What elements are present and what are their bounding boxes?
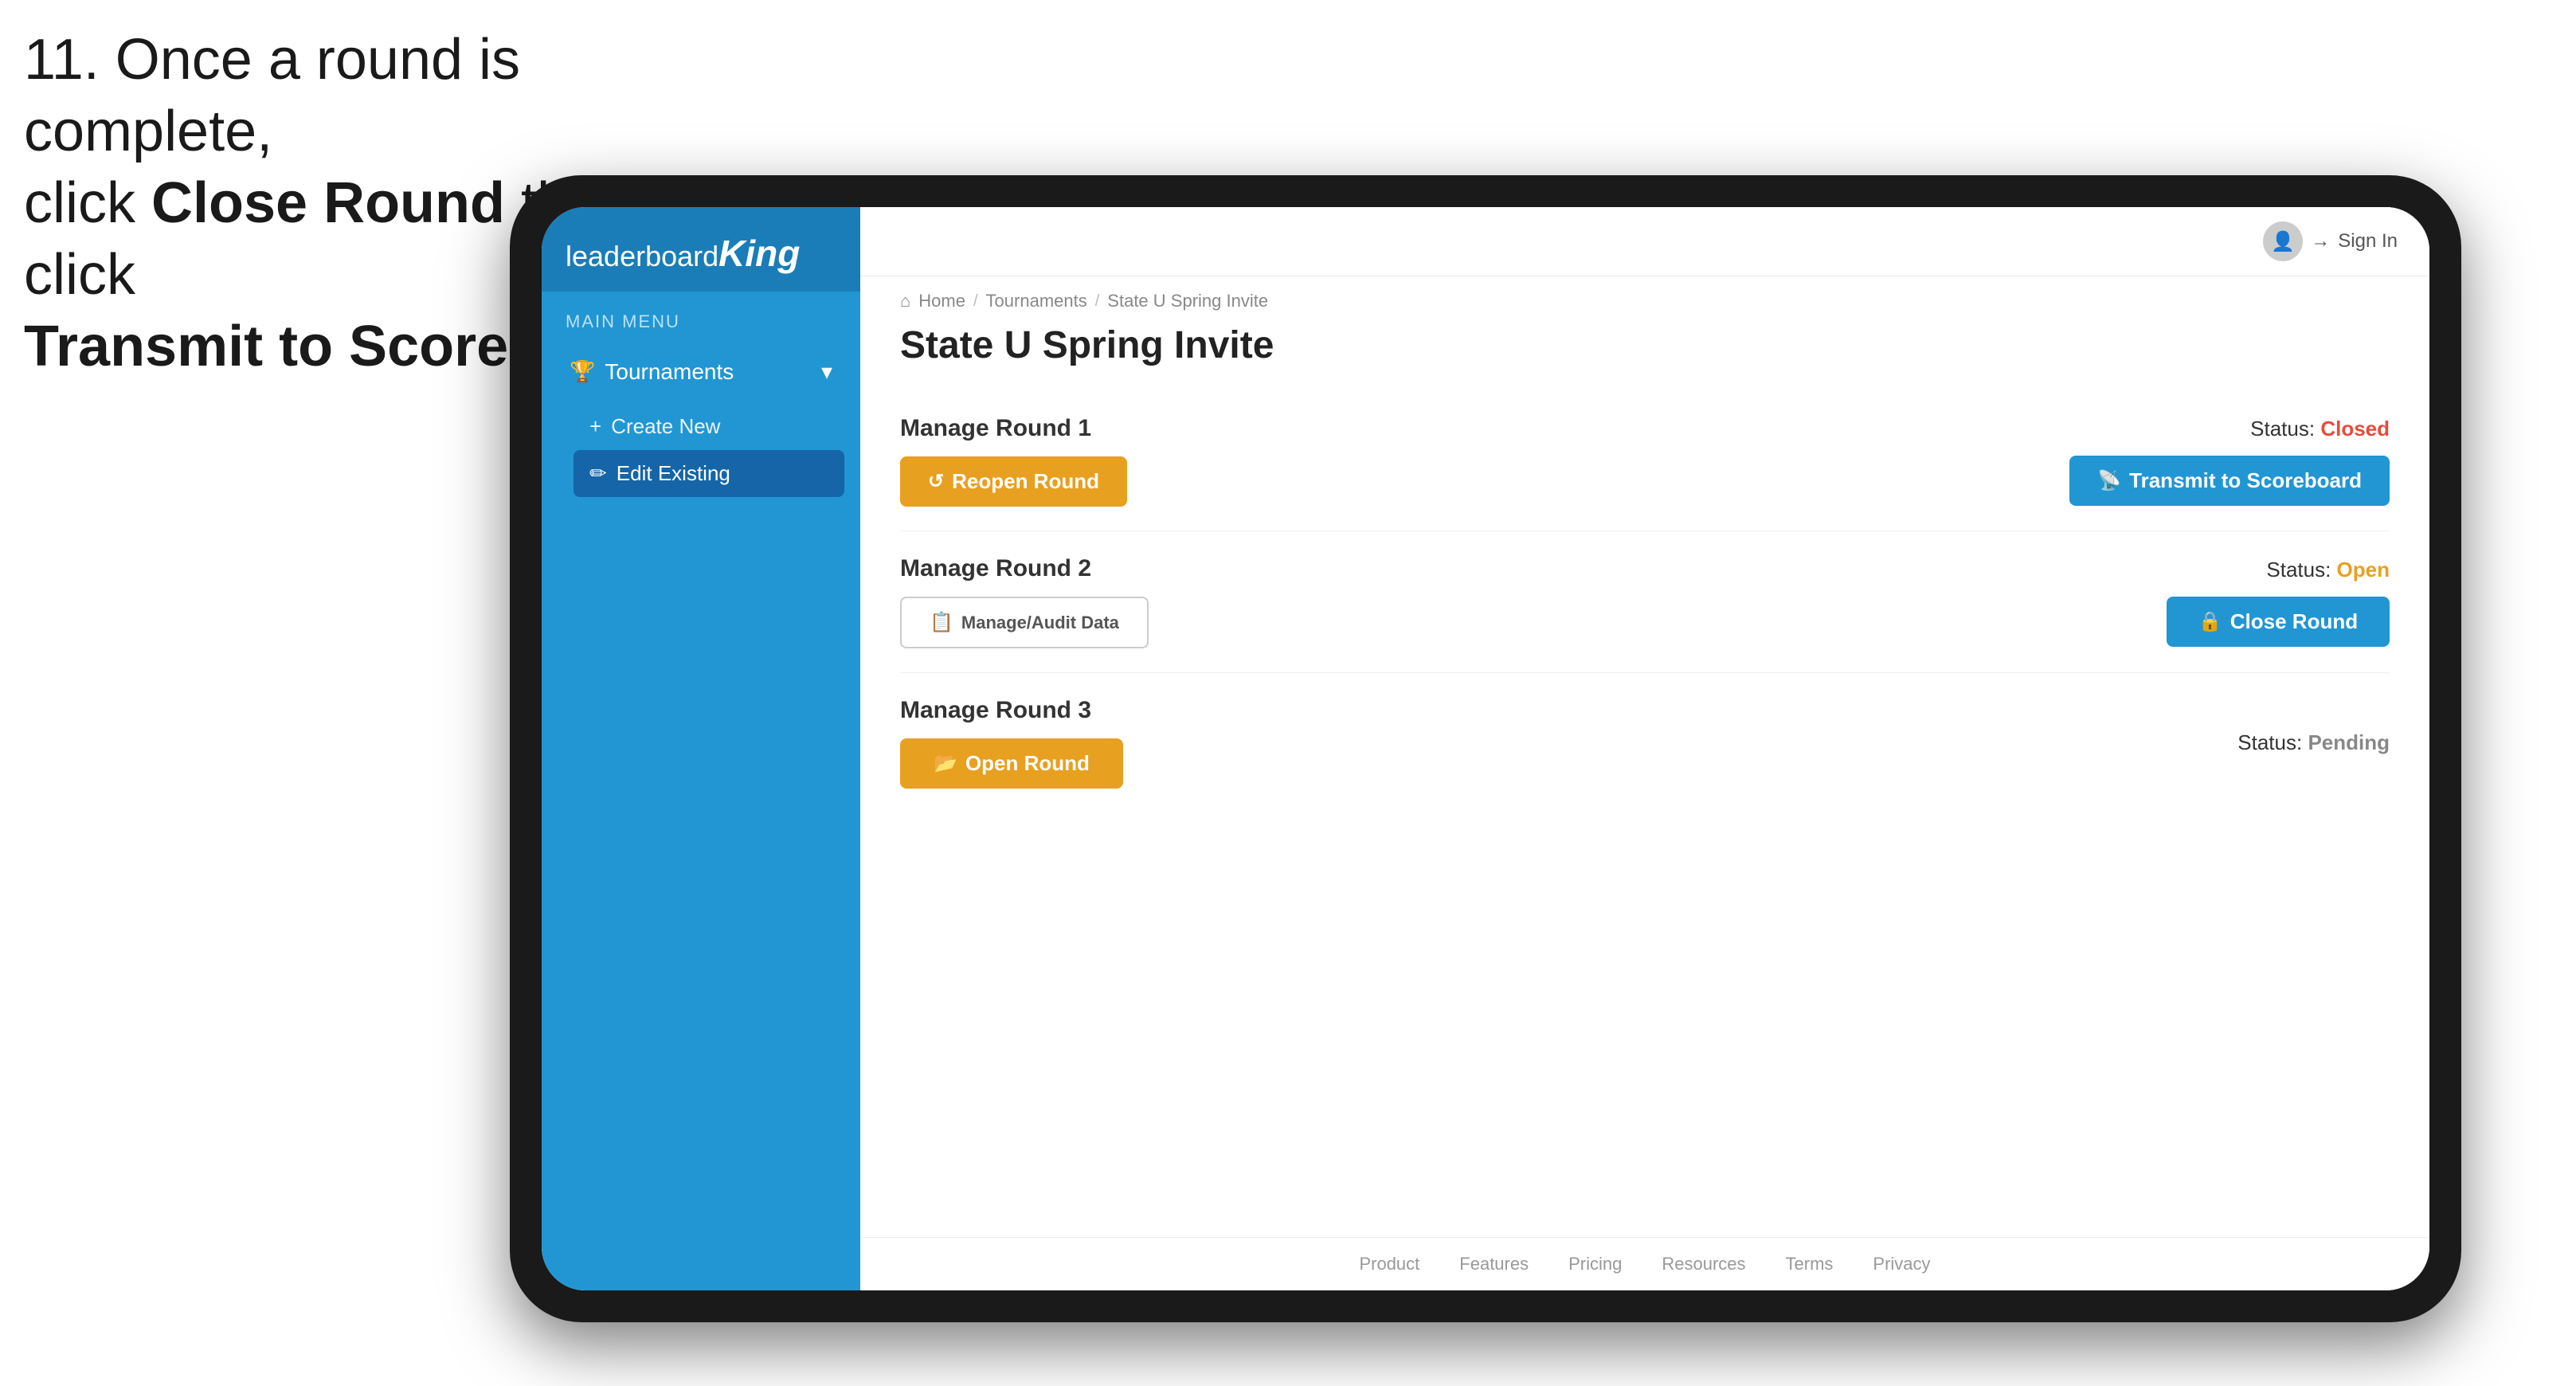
breadcrumb-sep-2: /	[1095, 292, 1100, 311]
round-1-status-value: Closed	[2320, 417, 2390, 440]
audit-icon: 📋	[930, 611, 953, 634]
trophy-icon: 🏆	[570, 359, 595, 384]
reopen-round-label: Reopen Round	[952, 469, 1099, 494]
breadcrumb-sep-1: /	[973, 292, 978, 311]
close-round-button[interactable]: 🔒 Close Round	[2167, 597, 2390, 647]
round-3-row: Manage Round 3 📂 Open Round Status: Pend…	[900, 673, 2390, 812]
sidebar-tournaments-label: Tournaments	[605, 359, 734, 385]
sidebar-item-tournaments[interactable]: 🏆 Tournaments ▾	[558, 344, 844, 399]
plus-icon: +	[589, 414, 601, 439]
create-new-label: Create New	[611, 414, 720, 439]
rounds-content: Manage Round 1 ↺ Reopen Round Status: Cl…	[860, 391, 2429, 1237]
footer-terms[interactable]: Terms	[1786, 1254, 1834, 1274]
page-title: State U Spring Invite	[860, 315, 2429, 391]
round-2-row: Manage Round 2 📋 Manage/Audit Data Statu…	[900, 531, 2390, 673]
footer-pricing[interactable]: Pricing	[1568, 1254, 1622, 1274]
round-2-title: Manage Round 2	[900, 555, 1149, 582]
footer-product[interactable]: Product	[1359, 1254, 1419, 1274]
home-icon: ⌂	[900, 291, 910, 311]
tablet-device: leaderboardKing MAIN MENU 🏆 Tournaments …	[510, 175, 2461, 1322]
app-layout: leaderboardKing MAIN MENU 🏆 Tournaments …	[542, 207, 2429, 1290]
round-1-status: Status: Closed	[2250, 417, 2390, 441]
manage-audit-label: Manage/Audit Data	[961, 613, 1119, 633]
breadcrumb: ⌂ Home / Tournaments / State U Spring In…	[860, 276, 2429, 315]
instruction-line1: 11. Once a round is complete,	[24, 28, 520, 163]
breadcrumb-current: State U Spring Invite	[1107, 291, 1268, 311]
open-round-label: Open Round	[965, 751, 1090, 776]
footer-privacy[interactable]: Privacy	[1873, 1254, 1930, 1274]
round-1-title: Manage Round 1	[900, 415, 1127, 442]
round-2-status-value: Open	[2337, 558, 2390, 581]
app-header: 👤 → Sign In	[860, 207, 2429, 276]
round-3-title: Manage Round 3	[900, 697, 1123, 724]
sidebar-menu: MAIN MENU 🏆 Tournaments ▾ + Create	[542, 292, 860, 509]
logo-leaderboard: leaderboard	[566, 240, 718, 272]
transmit-scoreboard-button[interactable]: 📡 Transmit to Scoreboard	[2069, 456, 2390, 506]
close-round-label: Close Round	[2230, 609, 2358, 634]
close-icon: 🔒	[2198, 610, 2222, 633]
transmit-icon: 📡	[2097, 469, 2121, 492]
main-content: 👤 → Sign In ⌂ Home / Tournaments / State…	[860, 207, 2429, 1290]
open-round-button[interactable]: 📂 Open Round	[900, 738, 1123, 789]
chevron-down-icon: ▾	[821, 358, 832, 385]
avatar: 👤	[2263, 221, 2303, 261]
breadcrumb-tournaments[interactable]: Tournaments	[986, 291, 1087, 311]
manage-audit-button[interactable]: 📋 Manage/Audit Data	[900, 597, 1149, 648]
app-footer: Product Features Pricing Resources Terms…	[860, 1237, 2429, 1290]
round-3-status-value: Pending	[2308, 730, 2390, 754]
breadcrumb-home[interactable]: Home	[918, 291, 965, 311]
round-2-status: Status: Open	[2266, 558, 2390, 582]
sidebar-edit-existing[interactable]: ✏ Edit Existing	[574, 450, 844, 497]
round-3-status: Status: Pending	[2237, 730, 2390, 755]
reopen-icon: ↺	[928, 470, 944, 493]
sign-in-button[interactable]: 👤 → Sign In	[2263, 221, 2398, 261]
sign-in-arrow-icon: →	[2311, 230, 2330, 253]
transmit-label: Transmit to Scoreboard	[2129, 468, 2362, 493]
sidebar-logo: leaderboardKing	[542, 207, 860, 292]
reopen-round-button[interactable]: ↺ Reopen Round	[900, 456, 1127, 507]
open-icon: 📂	[934, 752, 957, 775]
edit-existing-label: Edit Existing	[617, 461, 730, 486]
sidebar-menu-label: MAIN MENU	[558, 311, 844, 332]
sidebar-create-new[interactable]: + Create New	[574, 403, 844, 450]
sidebar-sub-items: + Create New ✏ Edit Existing	[558, 399, 844, 501]
round-1-row: Manage Round 1 ↺ Reopen Round Status: Cl…	[900, 391, 2390, 531]
sidebar: leaderboardKing MAIN MENU 🏆 Tournaments …	[542, 207, 860, 1290]
sign-in-label: Sign In	[2338, 230, 2398, 253]
tablet-screen: leaderboardKing MAIN MENU 🏆 Tournaments …	[542, 207, 2429, 1290]
edit-icon: ✏	[589, 461, 607, 486]
logo-king: King	[718, 233, 800, 274]
footer-resources[interactable]: Resources	[1662, 1254, 1745, 1274]
footer-features[interactable]: Features	[1459, 1254, 1529, 1274]
